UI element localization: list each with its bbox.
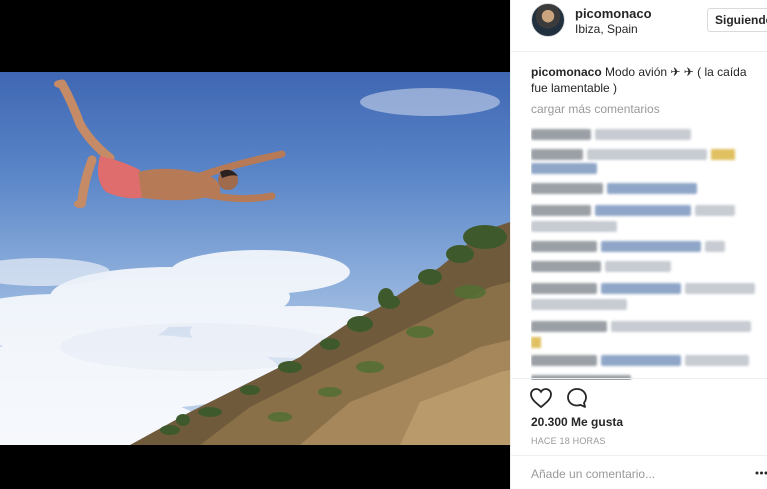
following-button[interactable]: Siguiendo (707, 8, 767, 32)
more-options-icon[interactable] (755, 470, 767, 476)
header-username[interactable]: picomonaco (575, 6, 652, 21)
caption-username[interactable]: picomonaco (531, 65, 602, 79)
header-location[interactable]: Ibiza, Spain (575, 22, 638, 36)
heart-icon[interactable] (529, 386, 553, 410)
likes-count[interactable]: 20.300 Me gusta (531, 415, 623, 429)
post-caption: picomonaco Modo avión ✈ ✈ ( la caída fue… (531, 64, 763, 96)
comments-list (531, 122, 767, 380)
post-header: picomonaco Ibiza, Spain Siguiendo (511, 0, 767, 52)
post-photo[interactable] (0, 72, 510, 445)
load-more-comments-link[interactable]: cargar más comentarios (531, 102, 660, 116)
add-comment-input[interactable] (531, 464, 751, 484)
divider (511, 378, 767, 379)
post-timestamp[interactable]: HACE 18 HORAS (531, 436, 606, 446)
divider (511, 455, 767, 456)
cliff-dive-photo (0, 79, 510, 445)
post-media (0, 0, 510, 489)
avatar[interactable] (531, 3, 565, 37)
comment-icon[interactable] (565, 386, 589, 410)
post-side-panel: picomonaco Ibiza, Spain Siguiendo picomo… (510, 0, 767, 489)
